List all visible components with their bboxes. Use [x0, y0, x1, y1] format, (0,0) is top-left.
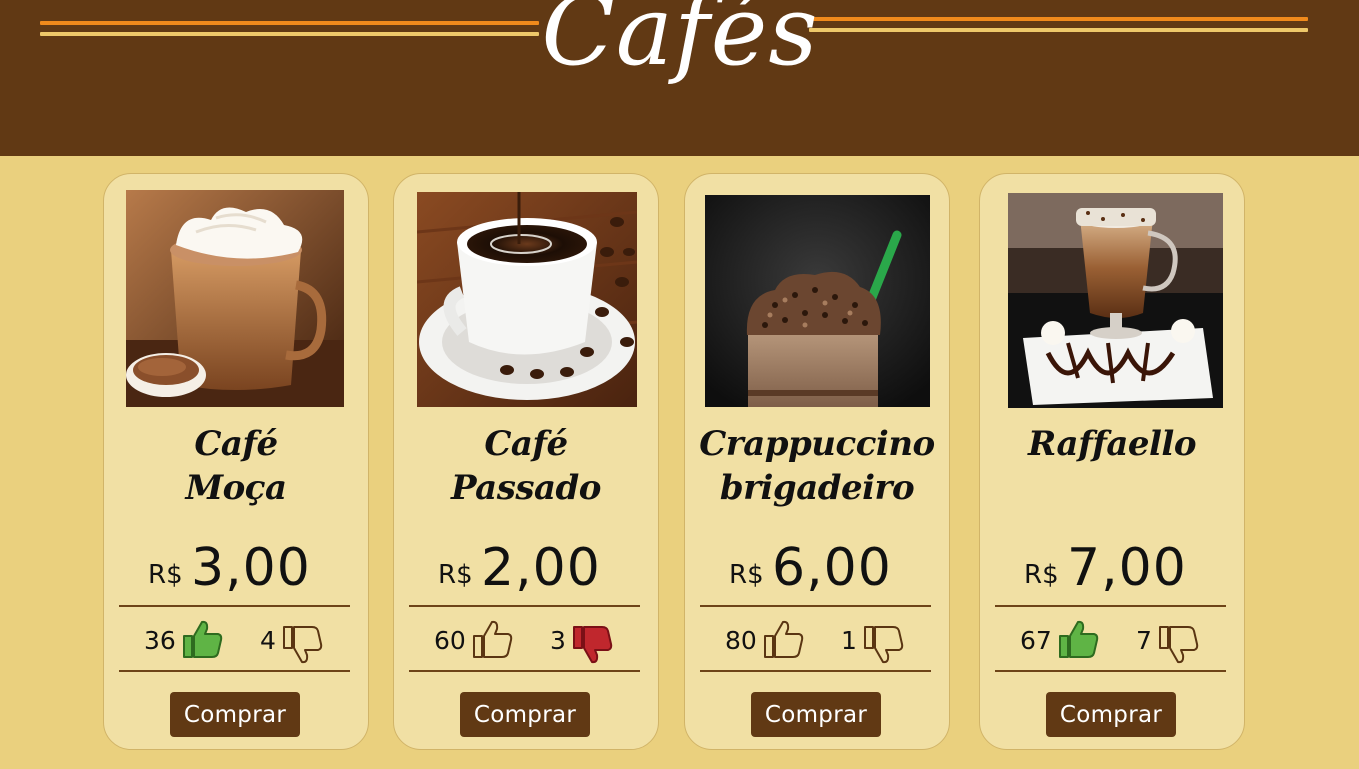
- product-card-passado: Café Passado R$ 2,00 60 3 Comprar: [393, 173, 659, 750]
- mocha-coffee-image: [126, 190, 344, 407]
- buy-button[interactable]: Comprar: [751, 692, 881, 737]
- buy-button[interactable]: Comprar: [1046, 692, 1176, 737]
- header-line-right-orange: [809, 17, 1308, 21]
- product-card-mocha: Café Moça R$ 3,00 36 4 Comprar: [103, 173, 369, 750]
- thumbs-down-icon[interactable]: [281, 625, 323, 665]
- brewed-coffee-image: [417, 192, 637, 407]
- likes-count: 67: [1020, 626, 1052, 655]
- product-name-line1: Café: [194, 424, 278, 464]
- divider-bottom: [995, 670, 1226, 672]
- divider-top: [409, 605, 640, 607]
- divider-top: [119, 605, 350, 607]
- likes-count: 80: [725, 626, 757, 655]
- product-card-raffaello: Raffaello R$ 7,00 67 7 Comprar: [979, 173, 1245, 750]
- likes-count: 36: [144, 626, 176, 655]
- product-price: R$ 2,00: [394, 538, 658, 598]
- buy-button[interactable]: Comprar: [460, 692, 590, 737]
- price-amount: 6,00: [772, 538, 892, 598]
- thumbs-up-icon[interactable]: [1057, 619, 1099, 659]
- product-card-crappuccino: Crappuccino brigadeiro R$ 6,00 80 1 Comp…: [684, 173, 950, 750]
- product-name: Raffaello: [980, 422, 1244, 466]
- currency-symbol: R$: [438, 560, 473, 590]
- frappuccino-image: [705, 195, 930, 407]
- price-amount: 3,00: [191, 538, 311, 598]
- product-price: R$ 3,00: [104, 538, 368, 598]
- product-name-line1: Café: [484, 424, 568, 464]
- currency-symbol: R$: [148, 560, 183, 590]
- page-title: Cafés: [541, 0, 819, 87]
- divider-bottom: [119, 670, 350, 672]
- dislikes-count: 3: [550, 626, 566, 655]
- product-price: R$ 6,00: [685, 538, 949, 598]
- thumbs-down-icon[interactable]: [1157, 625, 1199, 665]
- dislikes-count: 1: [841, 626, 857, 655]
- header-line-left-orange: [40, 21, 539, 25]
- product-name: Café Passado: [394, 422, 658, 510]
- divider-bottom: [409, 670, 640, 672]
- product-name-line1: Crappuccino: [699, 424, 935, 464]
- divider-top: [995, 605, 1226, 607]
- price-amount: 2,00: [481, 538, 601, 598]
- dislikes-count: 7: [1136, 626, 1152, 655]
- header-line-left-yellow: [40, 32, 539, 36]
- product-name: Crappuccino brigadeiro: [685, 422, 949, 510]
- thumbs-up-icon[interactable]: [181, 619, 223, 659]
- product-name: Café Moça: [104, 422, 368, 510]
- product-name-line2: brigadeiro: [719, 468, 915, 508]
- product-name-line1: Raffaello: [1028, 424, 1197, 464]
- divider-bottom: [700, 670, 931, 672]
- product-name-line2: Moça: [185, 468, 287, 508]
- currency-symbol: R$: [1024, 560, 1059, 590]
- header-line-right-yellow: [809, 28, 1308, 32]
- thumbs-down-icon[interactable]: [862, 625, 904, 665]
- dislikes-count: 4: [260, 626, 276, 655]
- thumbs-up-icon[interactable]: [762, 619, 804, 659]
- product-name-line2: Passado: [451, 468, 601, 508]
- divider-top: [700, 605, 931, 607]
- currency-symbol: R$: [729, 560, 764, 590]
- price-amount: 7,00: [1067, 538, 1187, 598]
- thumbs-up-icon[interactable]: [471, 619, 513, 659]
- likes-count: 60: [434, 626, 466, 655]
- thumbs-down-icon[interactable]: [571, 625, 613, 665]
- product-price: R$ 7,00: [980, 538, 1244, 598]
- raffaello-coffee-image: [1008, 193, 1223, 408]
- page-header: Cafés: [0, 0, 1359, 156]
- buy-button[interactable]: Comprar: [170, 692, 300, 737]
